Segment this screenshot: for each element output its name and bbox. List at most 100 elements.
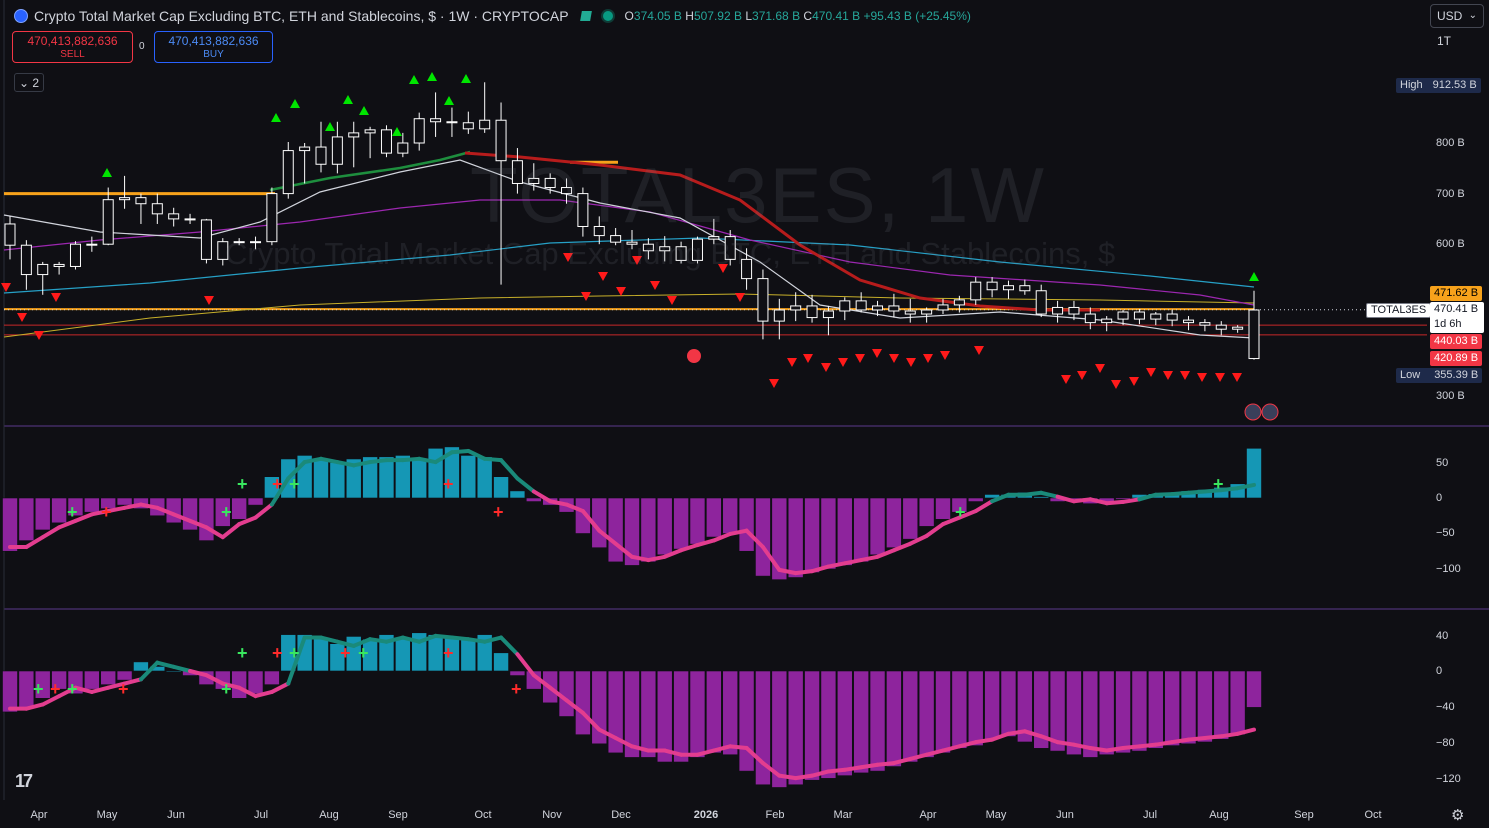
currency-select[interactable]: USD ⌄ (1430, 4, 1484, 28)
signal-up-icon (461, 74, 471, 83)
pane3-histogram-wave (1170, 737, 1191, 745)
signal-plus-icon: + (221, 502, 232, 522)
signal-up-icon (290, 99, 300, 108)
candle-down (4, 223, 16, 246)
pane2-histogram-bar (886, 497, 902, 549)
gear-icon[interactable]: ⚙ (1451, 806, 1464, 824)
pane3-histogram-bar (1082, 670, 1099, 758)
signal-plus-icon: + (221, 679, 232, 699)
candle-up (348, 132, 360, 138)
pane3-histogram-wave (499, 635, 520, 657)
candle-down (20, 244, 32, 276)
pane2-histogram-bar (673, 497, 689, 550)
pane3-histogram-bar (836, 670, 853, 776)
pane3-histogram-bar (640, 670, 657, 758)
pane2-histogram-wave (1039, 490, 1060, 499)
pane2-histogram-bar (525, 497, 542, 502)
candle-down (53, 263, 65, 267)
candle-up (1117, 311, 1129, 320)
low-badge: Low 355.39 B (1396, 368, 1483, 383)
pane3-histogram-bar (918, 670, 935, 758)
candle-down (855, 300, 867, 311)
chart-canvas[interactable]: + ++ + +++ + ++ + ++ ++ ++ + ++ + + (0, 0, 1489, 828)
pane2-histogram-bar (804, 497, 820, 573)
pane2-histogram-bar (836, 497, 853, 566)
candle-up (953, 299, 965, 306)
tradingview-logo[interactable]: 17 (15, 771, 33, 792)
signal-up-icon (359, 106, 369, 115)
pane3-histogram-wave (859, 762, 880, 770)
pane2-histogram-bar (329, 462, 346, 499)
sell-button[interactable]: 470,413,882,636 SELL (12, 31, 133, 63)
indicators-toggle-button[interactable]: ⌄ 2 (14, 73, 44, 92)
red-level-badge: 420.89 B (1430, 351, 1483, 366)
pane2-histogram-wave (499, 458, 520, 481)
pane3-histogram-bar (1164, 670, 1180, 746)
pane2-histogram-wave (1153, 492, 1175, 497)
signal-plus-icon: + (955, 502, 966, 522)
candle-down (1199, 322, 1211, 326)
time-tick: May (96, 809, 118, 821)
candle-up (1002, 285, 1014, 291)
candle-up (331, 136, 343, 165)
pane2-histogram-wave (1071, 497, 1093, 504)
pane2-histogram-bar (1033, 496, 1050, 499)
pane2-histogram-bar (18, 497, 35, 541)
signal-plus-icon: + (101, 502, 112, 522)
signal-down-icon (650, 281, 660, 290)
market-status-icon[interactable] (602, 11, 613, 21)
ma-yellow-line (3, 293, 1255, 338)
time-tick: Jul (1142, 809, 1158, 821)
candle-down (1133, 311, 1145, 320)
signal-down-icon (204, 296, 214, 305)
signal-down-icon (821, 363, 831, 372)
orange-level-badge: 471.62 B (1430, 286, 1483, 301)
signal-plus-icon: + (237, 474, 248, 494)
time-tick: Jun (1056, 809, 1074, 821)
signal-down-icon (1180, 371, 1190, 380)
pane2-histogram-wave (515, 476, 536, 494)
signal-plus-icon: + (511, 679, 522, 699)
pane3-histogram-bar (820, 670, 837, 779)
pane3-tick: −40 (1436, 701, 1455, 713)
pane2-histogram-bar (869, 497, 886, 556)
pane3-histogram-bar (1213, 670, 1230, 740)
buy-button[interactable]: 470,413,882,636 BUY (154, 31, 273, 63)
signal-plus-icon: + (289, 643, 300, 663)
pane3-histogram-bar (1229, 670, 1246, 736)
signal-plus-icon: + (67, 502, 78, 522)
symbol-badge: TOTAL3ES (1366, 303, 1432, 318)
price-tick: 800 B (1436, 137, 1465, 149)
high-badge: High 912.53 B (1396, 78, 1481, 93)
symbol-title[interactable]: Crypto Total Market Cap Excluding BTC, E… (34, 8, 569, 24)
market-flag-icon[interactable] (579, 11, 592, 21)
signal-down-icon (974, 346, 984, 355)
signal-plus-icon: + (33, 679, 44, 699)
pane3-histogram-bar (133, 661, 149, 672)
signal-down-icon (1146, 368, 1156, 377)
pane3-histogram-bar (427, 634, 444, 672)
signal-down-icon (872, 349, 882, 358)
pane2-tick: −50 (1436, 527, 1455, 539)
signal-down-icon (735, 293, 745, 302)
pane2-histogram-wave (973, 499, 995, 514)
pane3-histogram-bar (18, 670, 35, 708)
pane3-histogram-wave (1055, 740, 1076, 747)
candle-up (413, 118, 425, 144)
signal-down-icon (1163, 371, 1173, 380)
candle-up (479, 119, 491, 130)
pane2-histogram-wave (1022, 490, 1044, 497)
pane2-histogram-wave (368, 458, 389, 465)
pane2-histogram-bar (656, 497, 673, 556)
candle-down (806, 305, 818, 319)
pane2-histogram-bar (247, 497, 264, 506)
pane3-histogram-bar (575, 670, 591, 736)
signal-down-icon (616, 287, 626, 296)
pane3-tick: −80 (1436, 737, 1455, 749)
pane2-histogram-bar (84, 497, 100, 513)
candle-up (299, 146, 311, 152)
signal-down-icon (803, 354, 813, 363)
pane3-histogram-bar (787, 670, 804, 786)
signal-down-icon (51, 293, 61, 302)
pane3-histogram-bar (853, 670, 869, 774)
